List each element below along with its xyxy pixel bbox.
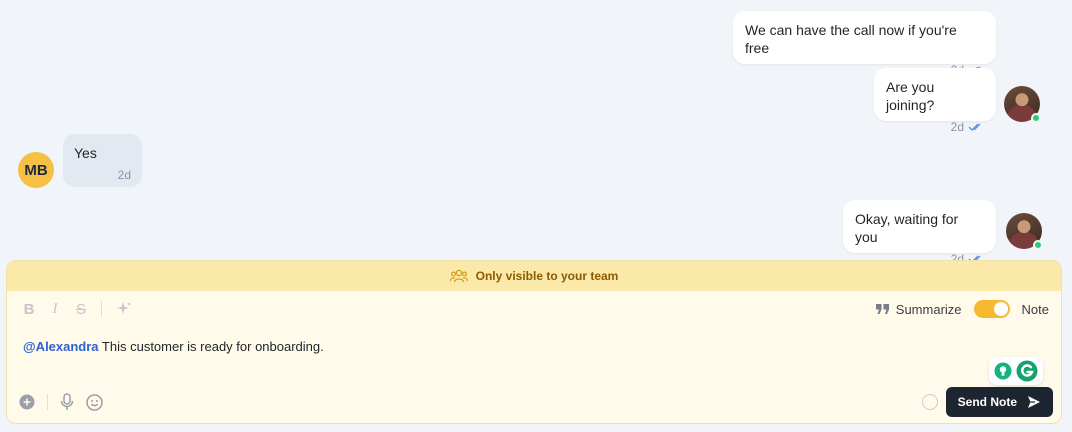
lightbulb-icon xyxy=(994,362,1012,380)
contact-avatar[interactable]: MB xyxy=(18,152,54,188)
message-time: 2d xyxy=(950,120,964,134)
agent-avatar[interactable] xyxy=(1006,213,1043,250)
message-body-text: This customer is ready for onboarding. xyxy=(98,339,324,354)
message-text: Are you joining? xyxy=(886,79,935,113)
mention-tag[interactable]: @Alexandra xyxy=(23,339,99,354)
message-time: 2d xyxy=(117,168,131,182)
message-meta: 2d xyxy=(886,118,984,136)
private-note-banner: Only visible to your team xyxy=(7,261,1061,291)
microphone-icon[interactable] xyxy=(60,393,74,411)
italic-icon[interactable]: I xyxy=(49,301,61,318)
message-bubble-incoming: Yes 2d xyxy=(63,134,142,187)
banner-text: Only visible to your team xyxy=(475,269,619,283)
message-text: We can have the call now if you're free xyxy=(745,22,957,56)
send-note-label: Send Note xyxy=(957,395,1017,409)
message-bubble-outgoing: Okay, waiting for you 2d xyxy=(843,200,996,266)
send-icon xyxy=(1028,396,1040,408)
footer-divider xyxy=(47,394,48,410)
composer-toolbar: B I S Summarize Note xyxy=(23,299,1049,319)
bold-icon[interactable]: B xyxy=(23,301,35,318)
emoji-icon[interactable] xyxy=(86,393,103,411)
read-receipt-icon xyxy=(968,123,981,131)
summarize-button[interactable]: Summarize xyxy=(875,301,962,317)
message-input[interactable]: @Alexandra This customer is ready for on… xyxy=(23,339,324,354)
toolbar-divider xyxy=(101,301,102,317)
message-text: Okay, waiting for you xyxy=(855,211,959,245)
online-status-dot xyxy=(1033,240,1043,250)
status-circle-icon[interactable] xyxy=(921,394,938,410)
quote-icon xyxy=(875,304,889,314)
note-toggle[interactable] xyxy=(973,300,1010,318)
grammarly-widget[interactable] xyxy=(989,357,1043,385)
grammarly-icon xyxy=(1016,360,1038,382)
note-label: Note xyxy=(1021,301,1049,317)
message-composer: Only visible to your team B I S Summariz… xyxy=(6,260,1062,424)
message-bubble-outgoing: Are you joining? 2d xyxy=(874,68,996,134)
sparkle-icon[interactable] xyxy=(116,301,132,317)
team-icon xyxy=(449,269,468,283)
agent-avatar[interactable] xyxy=(1004,86,1041,123)
summarize-label: Summarize xyxy=(895,301,962,317)
strikethrough-icon[interactable]: S xyxy=(75,301,87,318)
composer-footer: Send Note xyxy=(19,387,1053,417)
add-icon[interactable] xyxy=(19,394,35,410)
message-bubble-outgoing: We can have the call now if you're free … xyxy=(733,11,996,77)
message-text: Yes xyxy=(74,145,97,161)
online-status-dot xyxy=(1031,113,1041,123)
send-note-button[interactable]: Send Note xyxy=(945,387,1053,417)
message-meta: 2d xyxy=(74,166,131,184)
